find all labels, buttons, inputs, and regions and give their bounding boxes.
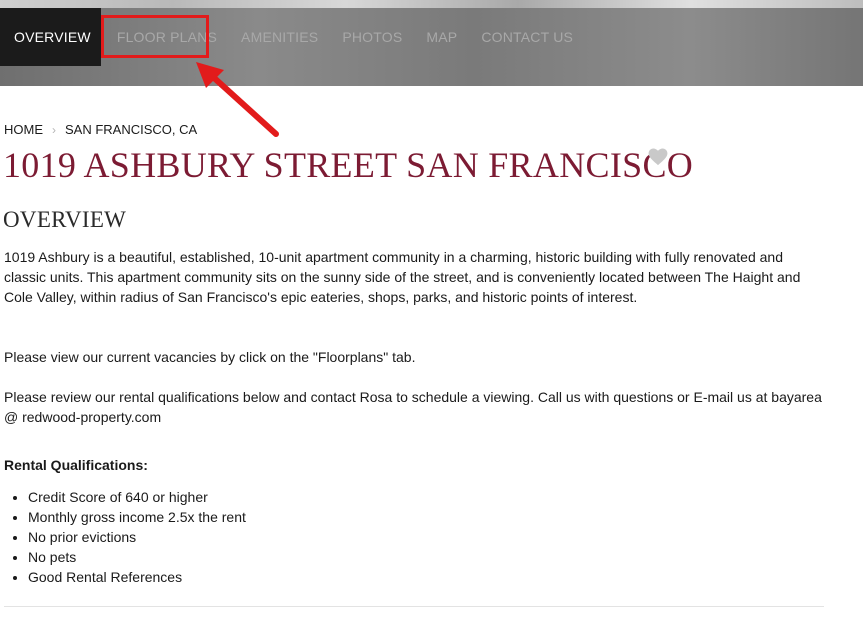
hero-banner: OVERVIEW FLOOR PLANS AMENITIES PHOTOS MA… [0, 0, 863, 86]
heart-icon[interactable] [648, 148, 668, 166]
overview-paragraph-1: 1019 Ashbury is a beautiful, established… [4, 249, 801, 305]
nav-contact-us[interactable]: CONTACT US [469, 8, 585, 66]
list-item: Credit Score of 640 or higher [28, 487, 246, 507]
qualifications-heading: Rental Qualifications: [4, 457, 148, 473]
breadcrumb-current[interactable]: SAN FRANCISCO, CA [65, 122, 197, 137]
page-title: 1019 ASHBURY STREET SAN FRANCISCO [3, 145, 694, 185]
chevron-right-icon: › [52, 122, 56, 137]
nav-map[interactable]: MAP [414, 8, 469, 66]
nav-photos[interactable]: PHOTOS [330, 8, 414, 66]
list-item: Monthly gross income 2.5x the rent [28, 507, 246, 527]
list-item: No pets [28, 547, 246, 567]
nav-overview[interactable]: OVERVIEW [0, 8, 101, 66]
list-item: No prior evictions [28, 527, 246, 547]
overview-heading: OVERVIEW [3, 207, 127, 232]
hero-image-strip [0, 0, 863, 8]
breadcrumb: HOME › SAN FRANCISCO, CA [4, 122, 197, 137]
breadcrumb-home[interactable]: HOME [4, 122, 43, 137]
qualifications-list: Credit Score of 640 or higher Monthly gr… [4, 487, 246, 587]
divider [4, 606, 824, 607]
nav-amenities[interactable]: AMENITIES [229, 8, 330, 66]
overview-paragraph-2: Please view our current vacancies by cli… [4, 349, 416, 365]
nav-floor-plans[interactable]: FLOOR PLANS [105, 8, 229, 66]
overview-paragraph-3: Please review our rental qualifications … [4, 389, 822, 425]
list-item: Good Rental References [28, 567, 246, 587]
main-nav: OVERVIEW FLOOR PLANS AMENITIES PHOTOS MA… [0, 8, 863, 66]
